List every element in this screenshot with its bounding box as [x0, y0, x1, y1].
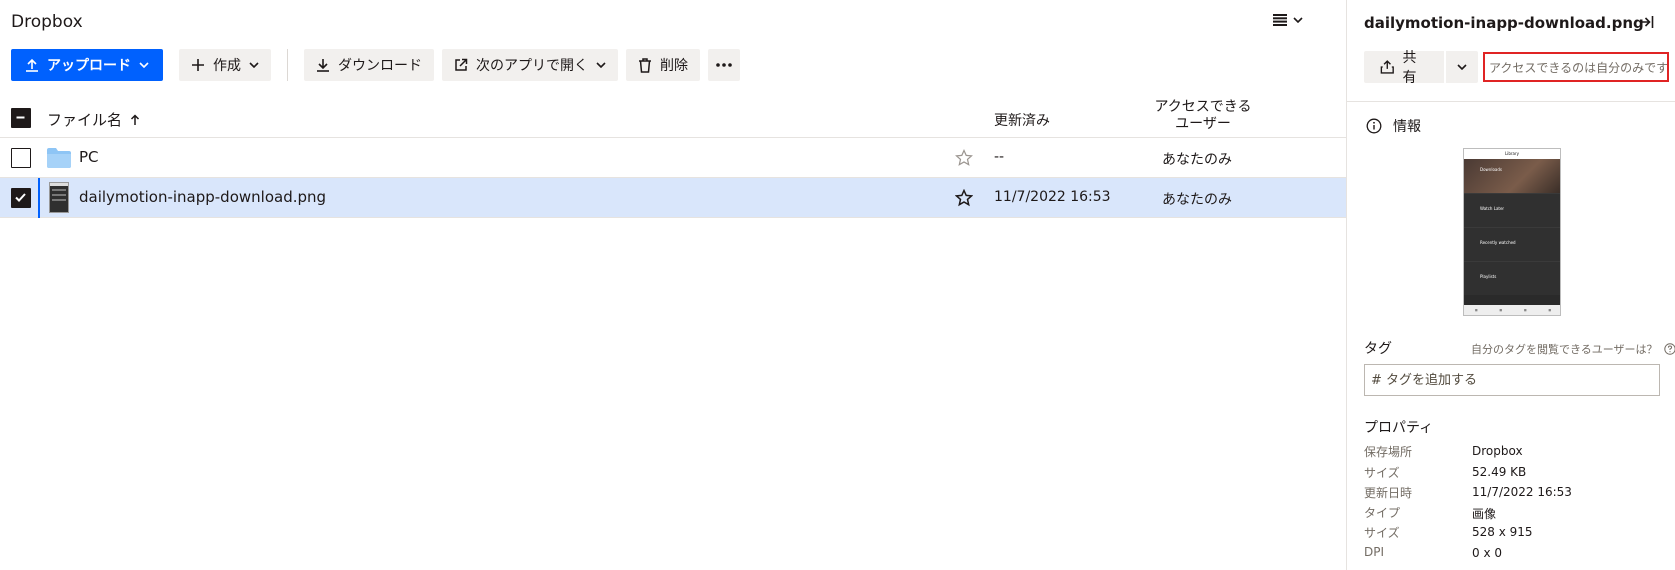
share-icon	[1380, 60, 1394, 74]
trash-icon	[639, 57, 651, 73]
property-key: DPI	[1364, 545, 1385, 559]
share-button[interactable]: 共有	[1364, 50, 1444, 86]
access-column-header[interactable]: アクセスできる ユーザー	[1153, 99, 1253, 133]
list-view-icon	[1273, 14, 1287, 26]
details-panel: dailymotion-inapp-download.png 共有 アクセスでき…	[1346, 0, 1675, 570]
tags-label: タグ	[1364, 341, 1392, 357]
share-label: 共有	[1402, 50, 1417, 86]
upload-label: アップロード	[47, 58, 131, 74]
property-value: 52.49 KB	[1472, 465, 1527, 479]
modified-column-header[interactable]: 更新済み	[994, 110, 1050, 130]
info-icon	[1366, 118, 1382, 134]
help-icon	[1663, 343, 1675, 355]
chevron-down-icon	[139, 62, 149, 68]
open-with-button[interactable]: 次のアプリで開く	[442, 49, 618, 81]
file-name[interactable]: dailymotion-inapp-download.png	[79, 188, 326, 206]
file-preview-thumbnail[interactable]: Library Downloads Watch Later Recently w…	[1463, 148, 1561, 316]
file-row-image[interactable]: dailymotion-inapp-download.png 11/7/2022…	[0, 178, 1346, 218]
select-all-checkbox[interactable]	[11, 108, 31, 128]
external-link-icon	[455, 58, 468, 71]
file-modified: --	[994, 149, 1005, 165]
property-value: Dropbox	[1472, 444, 1523, 458]
folder-icon	[47, 148, 71, 168]
toolbar: アップロード 作成 ダウンロード 次のアプリで開く 削除	[11, 49, 740, 81]
more-horizontal-icon	[716, 63, 732, 67]
star-icon[interactable]	[955, 149, 973, 167]
create-label: 作成	[213, 58, 241, 74]
download-button[interactable]: ダウンロード	[304, 49, 434, 81]
name-column-label: ファイル名	[47, 111, 123, 129]
access-status-note[interactable]: アクセスできるのは自分のみです	[1483, 52, 1669, 82]
preview-bottom-nav: ■ ■ ■ ■	[1464, 305, 1560, 315]
property-key: サイズ	[1364, 526, 1400, 540]
download-icon	[317, 59, 329, 72]
chevron-down-icon	[1457, 64, 1467, 70]
add-tag-input[interactable]	[1364, 364, 1660, 396]
delete-button[interactable]: 削除	[626, 49, 700, 81]
file-browser: Dropbox アップロード 作成 ダウンロード 次のアプリで開く 削除 ファイ…	[0, 0, 1346, 570]
toolbar-divider	[287, 49, 288, 81]
chevron-down-icon	[1293, 17, 1303, 23]
sort-by-name-header[interactable]: ファイル名	[47, 109, 140, 130]
property-key: 保存場所	[1364, 445, 1413, 459]
plus-icon	[192, 59, 204, 71]
file-name[interactable]: PC	[79, 148, 99, 166]
preview-item: Playlists	[1464, 261, 1560, 295]
star-icon[interactable]	[955, 189, 973, 207]
property-key: タイプ	[1364, 506, 1401, 520]
info-section-header: 情報	[1366, 116, 1421, 136]
access-column-label-line2: ユーザー	[1175, 116, 1231, 132]
check-icon	[15, 193, 26, 202]
property-key: 更新日時	[1364, 486, 1413, 500]
chevron-down-icon	[249, 62, 259, 68]
more-actions-button[interactable]	[708, 49, 740, 81]
access-column-label-line1: アクセスできる	[1154, 99, 1252, 115]
image-thumbnail-icon	[49, 182, 69, 213]
upload-icon	[26, 58, 38, 72]
preview-item: Watch Later	[1464, 193, 1560, 227]
minus-icon	[16, 116, 25, 119]
file-access: あなたのみ	[1162, 192, 1232, 208]
open-with-label: 次のアプリで開く	[476, 58, 588, 74]
file-list-header: ファイル名 更新済み アクセスできる ユーザー	[0, 98, 1346, 138]
preview-header: Library	[1464, 149, 1560, 159]
row-checkbox[interactable]	[11, 148, 31, 168]
download-label: ダウンロード	[338, 58, 422, 74]
property-value: 528 x 915	[1472, 525, 1533, 539]
file-access: あなたのみ	[1162, 152, 1232, 168]
app-title: Dropbox	[11, 12, 83, 32]
row-checkbox[interactable]	[11, 188, 31, 208]
chevron-down-icon	[596, 62, 606, 68]
create-button[interactable]: 作成	[179, 49, 271, 81]
info-label: 情報	[1393, 119, 1421, 135]
upload-button[interactable]: アップロード	[11, 49, 163, 81]
panel-divider	[1347, 101, 1675, 102]
preview-item: Downloads	[1464, 159, 1560, 193]
property-key: サイズ	[1364, 466, 1400, 480]
collapse-panel-icon[interactable]	[1638, 14, 1654, 30]
preview-item: Recently watched	[1464, 227, 1560, 261]
delete-label: 削除	[660, 58, 688, 74]
file-modified: 11/7/2022 16:53	[994, 189, 1111, 205]
tags-visibility-help-link[interactable]: 自分のタグを閲覧できるユーザーは？	[1471, 341, 1675, 357]
property-value: 画像	[1472, 507, 1497, 521]
tags-help-text: 自分のタグを閲覧できるユーザーは？	[1471, 343, 1658, 356]
panel-file-title: dailymotion-inapp-download.png	[1364, 14, 1644, 32]
file-row-folder[interactable]: PC -- あなたのみ	[0, 138, 1346, 178]
share-dropdown-button[interactable]	[1446, 51, 1478, 83]
view-toggle-button[interactable]	[1273, 14, 1303, 26]
properties-title: プロパティ	[1364, 420, 1434, 436]
property-value: 0 x 0	[1472, 546, 1502, 560]
arrow-up-icon	[130, 113, 140, 125]
property-value: 11/7/2022 16:53	[1472, 485, 1572, 499]
